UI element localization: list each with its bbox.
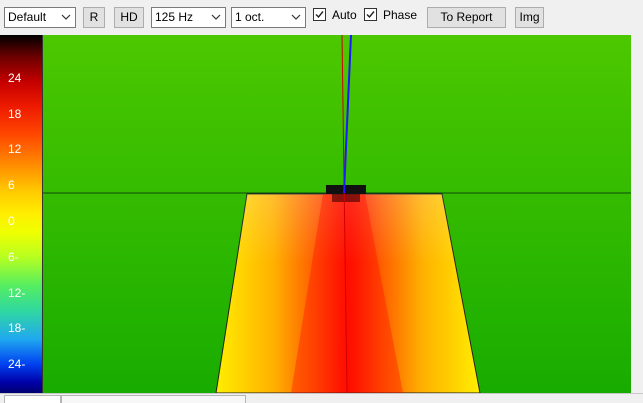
frequency-select[interactable]: 125 Hz (151, 7, 226, 28)
checkmark-icon (315, 11, 324, 19)
scale-tick: 24- (8, 357, 26, 371)
to-report-button[interactable]: To Report (427, 7, 506, 28)
scale-tick: 12- (8, 286, 26, 300)
scale-tick: 6- (8, 250, 19, 264)
spl-map-plot[interactable] (43, 35, 631, 393)
scale-tick: 0 (8, 214, 15, 228)
spl-map-canvas[interactable] (43, 35, 631, 393)
auto-checkbox-label[interactable]: Auto (332, 7, 357, 23)
scale-tick: 24 (8, 71, 22, 85)
tab-active[interactable] (4, 395, 61, 403)
phase-checkbox[interactable] (364, 8, 377, 21)
color-scale-bar: 24 18 12 6 0 6- 12- 18- 24- (0, 35, 43, 393)
r-button[interactable]: R (83, 7, 105, 28)
toolbar: Default R HD 125 Hz 1 oct. Auto Phase To… (0, 0, 643, 35)
frequency-select-value: 125 Hz (155, 10, 194, 24)
preset-select-value: Default (8, 10, 47, 24)
chevron-down-icon (211, 14, 221, 20)
speaker-array[interactable] (326, 185, 366, 194)
preset-select[interactable]: Default (4, 7, 76, 28)
hd-button[interactable]: HD (114, 7, 144, 28)
scale-tick: 18- (8, 321, 26, 335)
chevron-down-icon (291, 14, 301, 20)
right-gutter (631, 35, 643, 393)
img-button[interactable]: Img (515, 7, 544, 28)
auto-checkbox[interactable] (313, 8, 326, 21)
phase-checkbox-label[interactable]: Phase (383, 7, 417, 23)
chevron-down-icon (61, 14, 71, 20)
bandwidth-select[interactable]: 1 oct. (231, 7, 306, 28)
scale-tick: 12 (8, 142, 22, 156)
speaker-shadow (332, 194, 360, 202)
tab-inactive[interactable] (61, 395, 246, 403)
scale-tick: 6 (8, 178, 15, 192)
bandwidth-select-value: 1 oct. (235, 10, 265, 24)
scale-tick: 18 (8, 107, 22, 121)
checkmark-icon (366, 11, 375, 19)
